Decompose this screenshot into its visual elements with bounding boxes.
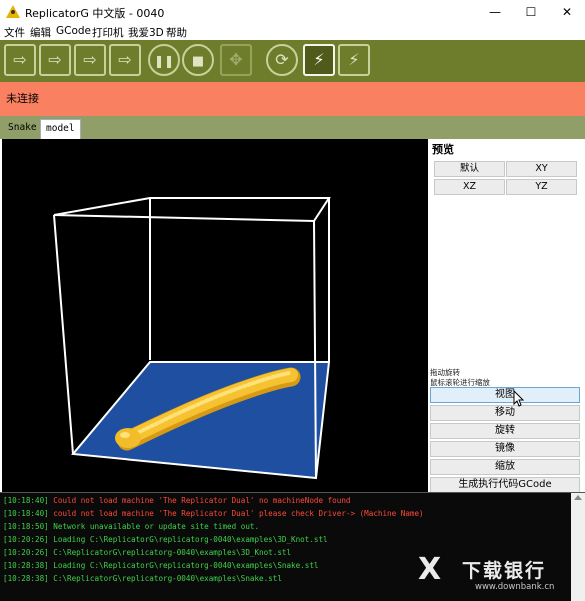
preview-canvas xyxy=(53,197,331,480)
model-preview-viewport[interactable] xyxy=(2,139,428,492)
log-timestamp: [10:20:26] xyxy=(3,548,49,557)
menu-file[interactable]: 文件 xyxy=(4,25,25,40)
log-message: could not load machine 'The Replicator D… xyxy=(53,509,424,518)
connection-status-bar: 未连接 xyxy=(0,82,585,116)
tab-model[interactable]: model xyxy=(40,119,81,139)
menu-printer[interactable]: 打印机 xyxy=(92,25,124,40)
pause-button[interactable]: ❚❚ xyxy=(148,44,180,76)
log-line: [10:20:26] C:\ReplicatorG\replicatorg-00… xyxy=(3,548,291,557)
log-message: Loading C:\ReplicatorG\replicatorg-0040\… xyxy=(53,535,328,544)
control-panel-icon: ✥ xyxy=(229,50,243,69)
log-message: Could not load machine 'The Replicator D… xyxy=(53,496,351,505)
log-message: C:\ReplicatorG\replicatorg-0040\examples… xyxy=(53,574,282,583)
preview-panel-title: 预览 xyxy=(432,143,454,156)
connection-status-text: 未连接 xyxy=(6,92,39,105)
connect-button[interactable]: ⚡ xyxy=(303,44,335,76)
log-line: [10:28:38] Loading C:\ReplicatorG\replic… xyxy=(3,561,318,570)
mode-rotate-button[interactable]: 旋转 xyxy=(430,423,580,439)
mode-mirror-button[interactable]: 镜像 xyxy=(430,441,580,457)
log-line: [10:18:40] Could not load machine 'The R… xyxy=(3,496,350,505)
upload-icon: ⇨ xyxy=(48,50,62,69)
log-line: [10:20:26] Loading C:\ReplicatorG\replic… xyxy=(3,535,328,544)
log-line: [10:28:38] C:\ReplicatorG\replicatorg-00… xyxy=(3,574,282,583)
mouse-cursor-icon xyxy=(513,390,525,407)
view-xy-button[interactable]: XY xyxy=(506,161,577,177)
control-panel-button[interactable]: ✥ xyxy=(220,44,252,76)
stop-icon: ■ xyxy=(191,54,205,69)
menu-bar: 文件 编辑 GCode 打印机 我爱3D 帮助 xyxy=(0,24,585,40)
build-to-file-button[interactable]: ⇨ xyxy=(74,44,106,76)
build-volume-top-face xyxy=(53,197,331,223)
scroll-up-arrow-icon[interactable] xyxy=(574,495,582,500)
close-button[interactable]: ✕ xyxy=(549,0,585,24)
log-message: C:\ReplicatorG\replicatorg-0040\examples… xyxy=(53,548,292,557)
stop-button[interactable]: ■ xyxy=(182,44,214,76)
maximize-button[interactable]: ☐ xyxy=(513,0,549,24)
toolbar: ⇨ ⇨ ⇨ ⇨ ❚❚ ■ ✥ ⟳ ⚡ ⚡ xyxy=(0,40,585,82)
build-icon: ⇨ xyxy=(13,50,27,69)
build-to-sd-icon: ⇨ xyxy=(118,50,132,69)
build-to-sd-button[interactable]: ⇨ xyxy=(109,44,141,76)
connect-icon: ⚡ xyxy=(313,50,325,69)
mode-view-button[interactable]: 视图 xyxy=(430,387,580,403)
log-timestamp: [10:18:40] xyxy=(3,509,49,518)
menu-help[interactable]: 帮助 xyxy=(166,25,187,40)
title-bar: ReplicatorG 中文版 - 0040 — ☐ ✕ xyxy=(0,0,585,24)
log-message: Network unavailable or update site timed… xyxy=(53,522,260,531)
log-line: [10:18:50] Network unavailable or update… xyxy=(3,522,259,531)
log-timestamp: [10:28:38] xyxy=(3,561,49,570)
disconnect-button[interactable]: ⚡ xyxy=(338,44,370,76)
generate-gcode-button[interactable]: 生成执行代码GCode xyxy=(430,477,580,493)
build-to-file-icon: ⇨ xyxy=(83,50,97,69)
view-default-button[interactable]: 默认 xyxy=(434,161,505,177)
log-timestamp: [10:18:50] xyxy=(3,522,49,531)
view-xz-button[interactable]: XZ xyxy=(434,179,505,195)
pause-icon: ❚❚ xyxy=(153,54,175,68)
watermark-name: 下载银行 xyxy=(462,560,547,582)
reset-button[interactable]: ⟳ xyxy=(266,44,298,76)
build-volume-front-left-edge xyxy=(53,214,74,455)
log-timestamp: [10:20:26] xyxy=(3,535,49,544)
watermark-logo: X 下载银行 www.downbank.cn xyxy=(418,548,583,598)
reset-icon: ⟳ xyxy=(275,50,289,69)
tab-bar: Snake model xyxy=(0,116,585,139)
app-logo-icon xyxy=(6,5,20,18)
window-title: ReplicatorG 中文版 - 0040 xyxy=(25,7,165,20)
preview-side-panel: 预览 默认 XY XZ YZ 拖动旋转 鼠标滚轮进行缩放 视图 移动 旋转 镜像… xyxy=(428,139,585,493)
menu-love3d[interactable]: 我爱3D xyxy=(128,25,164,40)
log-message: Loading C:\ReplicatorG\replicatorg-0040\… xyxy=(53,561,319,570)
log-timestamp: [10:18:40] xyxy=(3,496,49,505)
log-line: [10:18:40] could not load machine 'The R… xyxy=(3,509,424,518)
disconnect-icon: ⚡ xyxy=(348,50,360,69)
watermark-url: www.downbank.cn xyxy=(475,582,555,592)
menu-gcode[interactable]: GCode xyxy=(56,25,91,37)
menu-edit[interactable]: 编辑 xyxy=(30,25,51,40)
watermark-mark: X xyxy=(418,552,442,587)
mode-scale-button[interactable]: 缩放 xyxy=(430,459,580,475)
build-button[interactable]: ⇨ xyxy=(4,44,36,76)
tab-snake[interactable]: Snake xyxy=(3,119,42,139)
log-timestamp: [10:28:38] xyxy=(3,574,49,583)
build-volume-back-edges xyxy=(149,197,330,362)
mode-move-button[interactable]: 移动 xyxy=(430,405,580,421)
view-yz-button[interactable]: YZ xyxy=(506,179,577,195)
upload-button[interactable]: ⇨ xyxy=(39,44,71,76)
minimize-button[interactable]: — xyxy=(477,0,513,24)
